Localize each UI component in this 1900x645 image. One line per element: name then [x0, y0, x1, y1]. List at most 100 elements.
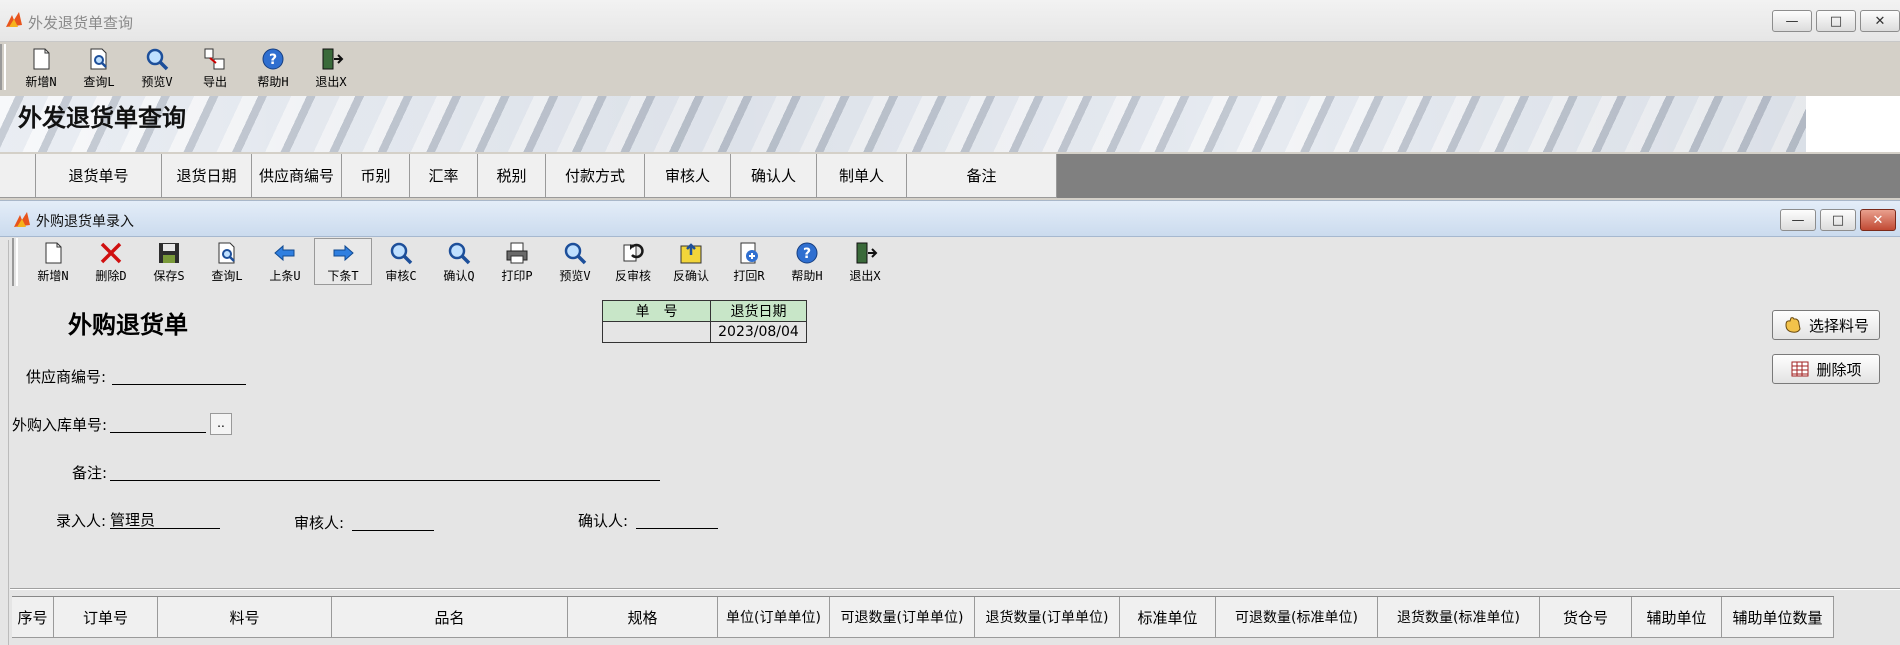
detail-header-cell[interactable]: 可退数量(标准单位) [1216, 597, 1378, 638]
detail-header-cell[interactable]: 辅助单位 [1632, 597, 1722, 638]
help-button[interactable]: ? 帮助H [778, 238, 836, 285]
save-button[interactable]: 保存S [140, 238, 198, 285]
select-item-button[interactable]: 选择料号 [1772, 310, 1880, 340]
grid-header-cell[interactable]: 退货日期 [162, 154, 252, 198]
grid-header-cell[interactable]: 备注 [907, 154, 1057, 198]
outer-preview-button[interactable]: 预览V [128, 44, 186, 91]
detail-header-cell[interactable]: 退货数量(订单单位) [975, 597, 1120, 638]
grid-header-cell[interactable]: 供应商编号 [252, 154, 342, 198]
inner-window-title: 外购退货单录入 [36, 214, 134, 230]
previous-record-button[interactable]: 上条U [256, 238, 314, 285]
detail-header-cell[interactable]: 序号 [12, 597, 54, 638]
grid-header-cell[interactable]: 税别 [478, 154, 546, 198]
grid-header-cell[interactable] [0, 154, 36, 198]
auditor-field[interactable] [352, 511, 434, 531]
preview-label: 预览V [559, 269, 591, 283]
return-icon [740, 242, 758, 264]
return-label: 打回R [733, 269, 765, 283]
outer-help-button[interactable]: ? 帮助H [244, 44, 302, 91]
entry-person-field[interactable]: 管理员 [110, 509, 220, 529]
remark-field[interactable] [110, 461, 660, 481]
outer-export-button[interactable]: 导出 [186, 44, 244, 91]
return-date-header: 退货日期 [710, 300, 807, 322]
unaudit-label: 反审核 [614, 269, 651, 283]
inner-close-button[interactable]: ✕ [1860, 209, 1896, 231]
unaudit-icon [623, 243, 644, 262]
return-date-value[interactable]: 2023/08/04 [710, 321, 807, 343]
unaudit-button[interactable]: 反审核 [604, 238, 662, 285]
new-button[interactable]: 新增N [24, 238, 82, 285]
minimize-button[interactable]: — [1772, 10, 1812, 32]
inner-maximize-button[interactable]: □ [1820, 209, 1856, 231]
detail-header-cell[interactable]: 规格 [568, 597, 718, 638]
maximize-button[interactable]: □ [1816, 10, 1856, 32]
svg-text:?: ? [269, 52, 277, 68]
delete-x-icon [100, 242, 122, 264]
query-result-grid[interactable]: 退货单号 退货日期 供应商编号 币别 汇率 税别 付款方式 审核人 确认人 制单… [0, 154, 1900, 198]
toolbar-grip[interactable] [0, 44, 6, 90]
grid-header-cell[interactable]: 制单人 [817, 154, 907, 198]
return-button[interactable]: 打回R [720, 238, 778, 285]
exit-button[interactable]: 退出X [836, 238, 894, 285]
detail-header-cell[interactable]: 货仓号 [1540, 597, 1632, 638]
delete-item-button[interactable]: 删除项 [1772, 354, 1880, 384]
inbound-order-browse-button[interactable]: .. [210, 413, 232, 435]
select-item-label: 选择料号 [1808, 316, 1869, 335]
detail-header-cell[interactable]: 标准单位 [1120, 597, 1216, 638]
print-label: 打印P [501, 269, 533, 283]
help-label: 帮助H [791, 269, 823, 283]
inbound-order-label: 外购入库单号: [12, 416, 108, 434]
outer-exit-button[interactable]: 退出X [302, 44, 360, 91]
unconfirm-button[interactable]: 反确认 [662, 238, 720, 285]
magnifier-icon [448, 242, 471, 265]
outer-query-button[interactable]: 查询L [70, 44, 128, 91]
inner-toolbar: 新增N 删除D 保存S 查询L 上条U 下条T 审核C 确认Q 打印P 预览V … [12, 238, 894, 288]
outer-new-label: 新增N [25, 75, 57, 89]
print-button[interactable]: 打印P [488, 238, 546, 285]
grid-header-cell[interactable]: 退货单号 [36, 154, 162, 198]
inbound-order-field[interactable] [110, 413, 206, 433]
delete-item-label: 删除项 [1816, 360, 1862, 379]
detail-header-cell[interactable]: 退货数量(标准单位) [1378, 597, 1540, 638]
detail-header-cell[interactable]: 可退数量(订单单位) [830, 597, 975, 638]
close-button[interactable]: ✕ [1860, 10, 1900, 32]
grid-header-cell[interactable]: 付款方式 [546, 154, 645, 198]
toolbar-grip[interactable] [12, 238, 18, 286]
detail-header-cell[interactable]: 订单号 [54, 597, 158, 638]
detail-header-cell[interactable]: 单位(订单单位) [718, 597, 830, 638]
hand-select-icon [1785, 317, 1801, 333]
detail-header-cell[interactable]: 辅助单位数量 [1722, 597, 1834, 638]
outer-new-button[interactable]: 新增N [12, 44, 70, 91]
save-disk-icon [159, 243, 179, 263]
document-number-table: 单 号 退货日期 2023/08/04 [602, 300, 807, 343]
grid-header-cell[interactable]: 汇率 [410, 154, 478, 198]
grid-header-cell[interactable]: 审核人 [645, 154, 731, 198]
delete-label: 删除D [95, 269, 127, 283]
new-document-icon [33, 48, 50, 70]
new-document-icon [45, 242, 62, 264]
outer-window-controls: — □ ✕ [1772, 10, 1900, 32]
grid-header-cell[interactable]: 确认人 [731, 154, 817, 198]
detail-header-cell[interactable]: 料号 [158, 597, 332, 638]
confirm-button[interactable]: 确认Q [430, 238, 488, 285]
inner-minimize-button[interactable]: — [1780, 209, 1816, 231]
unconfirm-label: 反确认 [672, 269, 709, 283]
detail-header-cell[interactable]: 品名 [332, 597, 568, 638]
next-record-button[interactable]: 下条T [314, 238, 372, 285]
outer-toolbar: 新增N 查询L 预览V 导出 ? 帮助H 退出X [0, 44, 360, 94]
doc-number-value[interactable] [602, 321, 711, 343]
confirmer-field[interactable] [636, 509, 718, 529]
supplier-field[interactable] [112, 365, 246, 385]
query-icon [218, 242, 235, 264]
outer-window-title: 外发退货单查询 [28, 14, 134, 32]
audit-button[interactable]: 审核C [372, 238, 430, 285]
query-grid-header: 退货单号 退货日期 供应商编号 币别 汇率 税别 付款方式 审核人 确认人 制单… [0, 154, 1057, 198]
query-button[interactable]: 查询L [198, 238, 256, 285]
delete-button[interactable]: 删除D [82, 238, 140, 285]
exit-icon [856, 242, 878, 264]
outer-exit-label: 退出X [315, 75, 347, 89]
help-icon: ? [262, 48, 284, 70]
preview-button[interactable]: 预览V [546, 238, 604, 285]
query-label: 查询L [211, 269, 243, 283]
grid-header-cell[interactable]: 币别 [342, 154, 410, 198]
